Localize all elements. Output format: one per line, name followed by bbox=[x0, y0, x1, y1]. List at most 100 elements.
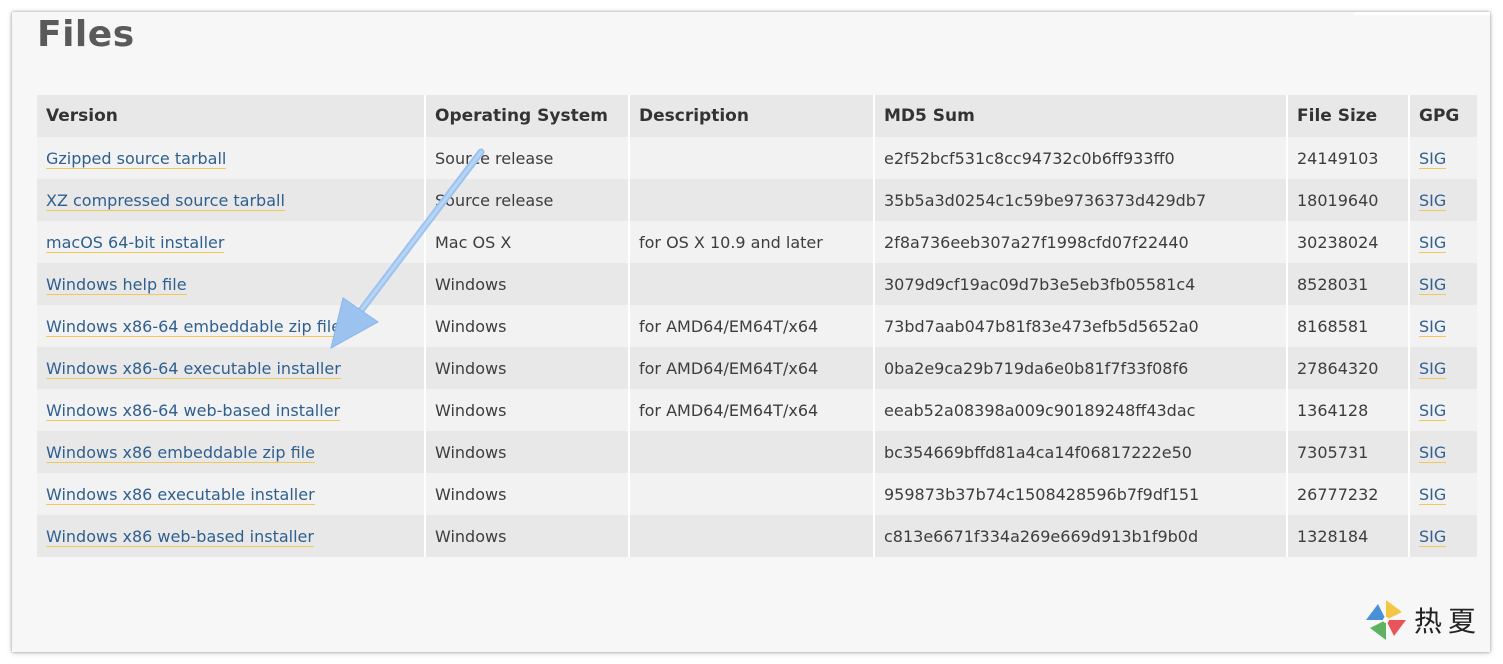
version-link[interactable]: Windows x86 executable installer bbox=[46, 484, 315, 505]
table-row: Windows help file Windows 3079d9cf19ac09d7… bbox=[37, 263, 1477, 305]
md5-cell: 959873b37b74c1508428596b7f9df151 bbox=[874, 473, 1288, 515]
os-cell: Windows bbox=[425, 263, 630, 305]
gpg-cell: SIG bbox=[1409, 305, 1477, 347]
version-cell: XZ compressed source tarball bbox=[37, 179, 426, 221]
sig-link[interactable]: SIG bbox=[1419, 442, 1447, 463]
sig-link[interactable]: SIG bbox=[1419, 400, 1447, 421]
table-row: Gzipped source tarball Source release e2f5… bbox=[37, 137, 1477, 179]
md5-cell: bc354669bffd81a4ca14f06817222e50 bbox=[874, 431, 1288, 473]
file-size-cell: 18019640 bbox=[1287, 179, 1410, 221]
sig-link[interactable]: SIG bbox=[1419, 358, 1447, 379]
gpg-cell: SIG bbox=[1409, 137, 1477, 179]
sig-link[interactable]: SIG bbox=[1419, 526, 1447, 547]
header-gpg: GPG bbox=[1409, 95, 1477, 137]
sig-link[interactable]: SIG bbox=[1419, 316, 1447, 337]
frame-notch bbox=[1354, 12, 1490, 15]
table-row: Windows x86 embeddable zip file Windows bc… bbox=[37, 431, 1477, 473]
table-row: Windows x86-64 embeddable zip file Window… bbox=[37, 305, 1477, 347]
file-size-cell: 1328184 bbox=[1287, 515, 1410, 557]
version-link[interactable]: Windows help file bbox=[46, 274, 187, 295]
table-row: Windows x86-64 executable installer Windo… bbox=[37, 347, 1477, 389]
version-link[interactable]: Windows x86 embeddable zip file bbox=[46, 442, 315, 463]
file-size-cell: 30238024 bbox=[1287, 221, 1410, 263]
os-cell: Windows bbox=[425, 305, 630, 347]
gpg-cell: SIG bbox=[1409, 179, 1477, 221]
header-file-size: File Size bbox=[1287, 95, 1410, 137]
watermark-text: 热夏 bbox=[1413, 605, 1482, 638]
file-size-cell: 8528031 bbox=[1287, 263, 1410, 305]
table-header-row: Version Operating System Description MD5… bbox=[37, 95, 1477, 137]
watermark: 热夏 bbox=[1364, 598, 1482, 642]
table-row: Windows x86 executable installer Windows 9… bbox=[37, 473, 1477, 515]
header-md5: MD5 Sum bbox=[874, 95, 1288, 137]
description-cell: for AMD64/EM64T/x64 bbox=[629, 389, 875, 431]
version-link[interactable]: Windows x86-64 web-based installer bbox=[46, 400, 341, 421]
gpg-cell: SIG bbox=[1409, 347, 1477, 389]
sig-link[interactable]: SIG bbox=[1419, 232, 1447, 253]
os-cell: Source release bbox=[425, 137, 630, 179]
description-cell bbox=[629, 473, 875, 515]
os-cell: Mac OS X bbox=[425, 221, 630, 263]
md5-cell: e2f52bcf531c8cc94732c0b6ff933ff0 bbox=[874, 137, 1288, 179]
os-cell: Source release bbox=[425, 179, 630, 221]
gpg-cell: SIG bbox=[1409, 263, 1477, 305]
description-cell bbox=[629, 431, 875, 473]
version-link[interactable]: XZ compressed source tarball bbox=[46, 190, 285, 211]
version-cell: macOS 64-bit installer bbox=[37, 221, 426, 263]
version-link[interactable]: Gzipped source tarball bbox=[46, 148, 227, 169]
sig-link[interactable]: SIG bbox=[1419, 190, 1447, 211]
gpg-cell: SIG bbox=[1409, 515, 1477, 557]
file-size-cell: 1364128 bbox=[1287, 389, 1410, 431]
version-cell: Windows x86-64 web-based installer bbox=[37, 389, 426, 431]
file-size-cell: 8168581 bbox=[1287, 305, 1410, 347]
version-cell: Windows x86-64 embeddable zip file bbox=[37, 305, 426, 347]
description-cell bbox=[629, 137, 875, 179]
md5-cell: c813e6671f334a269e669d913b1f9b0d bbox=[874, 515, 1288, 557]
sig-link[interactable]: SIG bbox=[1419, 148, 1447, 169]
table-row: Windows x86-64 web-based installer Window… bbox=[37, 389, 1477, 431]
file-size-cell: 24149103 bbox=[1287, 137, 1410, 179]
description-cell bbox=[629, 263, 875, 305]
description-cell: for OS X 10.9 and later bbox=[629, 221, 875, 263]
os-cell: Windows bbox=[425, 389, 630, 431]
table-row: XZ compressed source tarball Source relea… bbox=[37, 179, 1477, 221]
md5-cell: 73bd7aab047b81f83e473efb5d5652a0 bbox=[874, 305, 1288, 347]
os-cell: Windows bbox=[425, 431, 630, 473]
version-link[interactable]: Windows x86 web-based installer bbox=[46, 526, 314, 547]
md5-cell: 0ba2e9ca29b719da6e0b81f7f33f08f6 bbox=[874, 347, 1288, 389]
description-cell: for AMD64/EM64T/x64 bbox=[629, 305, 875, 347]
version-cell: Windows x86-64 executable installer bbox=[37, 347, 426, 389]
page-frame: Files Version Operating System Descripti… bbox=[12, 12, 1490, 652]
table-row: macOS 64-bit installer Mac OS Xfor OS X 1… bbox=[37, 221, 1477, 263]
header-description: Description bbox=[629, 95, 875, 137]
version-cell: Gzipped source tarball bbox=[37, 137, 426, 179]
table-row: Windows x86 web-based installer Windows c8… bbox=[37, 515, 1477, 557]
header-os: Operating System bbox=[425, 95, 630, 137]
file-size-cell: 27864320 bbox=[1287, 347, 1410, 389]
version-link[interactable]: macOS 64-bit installer bbox=[46, 232, 225, 253]
sig-link[interactable]: SIG bbox=[1419, 484, 1447, 505]
gpg-cell: SIG bbox=[1409, 431, 1477, 473]
description-cell: for AMD64/EM64T/x64 bbox=[629, 347, 875, 389]
version-cell: Windows help file bbox=[37, 263, 426, 305]
sig-link[interactable]: SIG bbox=[1419, 274, 1447, 295]
header-version: Version bbox=[37, 95, 426, 137]
pinwheel-logo-icon bbox=[1365, 600, 1406, 640]
md5-cell: 2f8a736eeb307a27f1998cfd07f22440 bbox=[874, 221, 1288, 263]
md5-cell: eeab52a08398a009c90189248ff43dac bbox=[874, 389, 1288, 431]
description-cell bbox=[629, 179, 875, 221]
file-size-cell: 26777232 bbox=[1287, 473, 1410, 515]
md5-cell: 35b5a3d0254c1c59be9736373d429db7 bbox=[874, 179, 1288, 221]
version-cell: Windows x86 executable installer bbox=[37, 473, 426, 515]
gpg-cell: SIG bbox=[1409, 473, 1477, 515]
os-cell: Windows bbox=[425, 473, 630, 515]
version-cell: Windows x86 embeddable zip file bbox=[37, 431, 426, 473]
file-size-cell: 7305731 bbox=[1287, 431, 1410, 473]
os-cell: Windows bbox=[425, 347, 630, 389]
version-link[interactable]: Windows x86-64 embeddable zip file bbox=[46, 316, 342, 337]
description-cell bbox=[629, 515, 875, 557]
gpg-cell: SIG bbox=[1409, 221, 1477, 263]
version-link[interactable]: Windows x86-64 executable installer bbox=[46, 358, 341, 379]
gpg-cell: SIG bbox=[1409, 389, 1477, 431]
os-cell: Windows bbox=[425, 515, 630, 557]
